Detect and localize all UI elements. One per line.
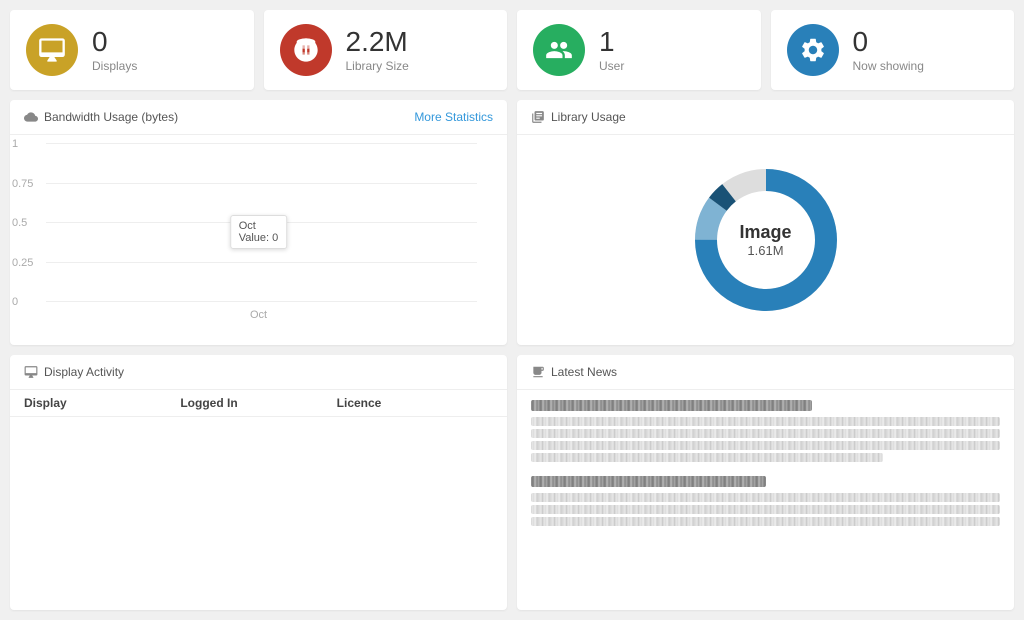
- display-activity-header-left: Display Activity: [24, 365, 124, 379]
- stat-card-now-showing: 0 Now showing: [771, 10, 1015, 90]
- user-value: 1: [599, 27, 624, 58]
- col-logged-in: Logged In: [180, 396, 336, 410]
- library-icon: [531, 110, 545, 124]
- grid-label-025: 0.25: [12, 257, 33, 269]
- bandwidth-header-left: Bandwidth Usage (bytes): [24, 110, 178, 124]
- user-label: User: [599, 59, 624, 73]
- x-label: Oct: [250, 309, 267, 321]
- library-size-value: 2.2M: [346, 27, 409, 58]
- news-body-noise-1c: [531, 441, 1000, 450]
- displays-icon: [26, 24, 78, 76]
- displays-label: Displays: [92, 59, 137, 73]
- donut-size: 1.61M: [739, 243, 791, 258]
- more-statistics-link[interactable]: More Statistics: [414, 110, 493, 124]
- donut-container: Image 1.61M: [517, 135, 1014, 345]
- display-activity-header: Display Activity: [10, 355, 507, 390]
- donut-type: Image: [739, 222, 791, 243]
- grid-line-075: 0.75: [46, 183, 477, 184]
- donut-label: Image 1.61M: [739, 222, 791, 258]
- tooltip-label: Oct: [239, 220, 279, 232]
- library-size-label: Library Size: [346, 59, 409, 73]
- displays-value: 0: [92, 27, 137, 58]
- news-body-noise-1d: [531, 453, 883, 462]
- now-showing-icon: [787, 24, 839, 76]
- grid-label-0: 0: [12, 296, 18, 308]
- displays-info: 0 Displays: [92, 27, 137, 74]
- user-icon: [533, 24, 585, 76]
- grid-line-1: 1: [46, 143, 477, 144]
- news-content[interactable]: [517, 390, 1014, 610]
- grid-line-0: 0: [46, 301, 477, 302]
- display-activity-table-body: [10, 417, 507, 577]
- display-activity-title: Display Activity: [44, 365, 124, 379]
- grid-label-075: 0.75: [12, 178, 33, 190]
- now-showing-info: 0 Now showing: [853, 27, 924, 74]
- grid-label-05: 0.5: [12, 217, 27, 229]
- col-display: Display: [24, 396, 180, 410]
- now-showing-value: 0: [853, 27, 924, 58]
- now-showing-label: Now showing: [853, 59, 924, 73]
- user-info: 1 User: [599, 27, 624, 74]
- col-licence: Licence: [337, 396, 493, 410]
- library-header-left: Library Usage: [531, 110, 626, 124]
- middle-row: Bandwidth Usage (bytes) More Statistics …: [10, 100, 1014, 345]
- tooltip-value: Value: 0: [239, 232, 279, 244]
- library-size-info: 2.2M Library Size: [346, 27, 409, 74]
- library-usage-panel: Library Usage Image: [517, 100, 1014, 345]
- latest-news-panel: Latest News: [517, 355, 1014, 610]
- display-activity-table-header: Display Logged In Licence: [10, 390, 507, 417]
- news-body-noise-2a: [531, 493, 1000, 502]
- stat-card-user: 1 User: [517, 10, 761, 90]
- news-item-1: [531, 400, 1000, 462]
- latest-news-title: Latest News: [551, 365, 617, 379]
- news-icon: [531, 365, 545, 379]
- display-activity-icon: [24, 365, 38, 379]
- grid-line-025: 0.25: [46, 262, 477, 263]
- grid-label-1: 1: [12, 138, 18, 150]
- bottom-row: Display Activity Display Logged In Licen…: [10, 355, 1014, 610]
- stats-row: 0 Displays 2.2M Library Size: [10, 10, 1014, 90]
- bandwidth-title: Bandwidth Usage (bytes): [44, 110, 178, 124]
- news-body-noise-2c: [531, 517, 1000, 526]
- dashboard: 0 Displays 2.2M Library Size: [0, 0, 1024, 620]
- bandwidth-chart: 1 0.75 0.5 0.25 0: [10, 135, 507, 325]
- news-title-noise-2: [531, 476, 766, 487]
- library-usage-title: Library Usage: [551, 110, 626, 124]
- bandwidth-header: Bandwidth Usage (bytes) More Statistics: [10, 100, 507, 135]
- news-body-noise-1b: [531, 429, 1000, 438]
- chart-tooltip: Oct Value: 0: [230, 215, 288, 249]
- donut-chart: Image 1.61M: [686, 160, 846, 320]
- stat-card-library-size: 2.2M Library Size: [264, 10, 508, 90]
- latest-news-header-left: Latest News: [531, 365, 617, 379]
- library-size-icon: [280, 24, 332, 76]
- cloud-icon: [24, 110, 38, 124]
- news-body-noise-2b: [531, 505, 1000, 514]
- news-title-noise-1: [531, 400, 812, 411]
- bandwidth-panel: Bandwidth Usage (bytes) More Statistics …: [10, 100, 507, 345]
- library-usage-header: Library Usage: [517, 100, 1014, 135]
- display-activity-panel: Display Activity Display Logged In Licen…: [10, 355, 507, 610]
- news-body-noise-1a: [531, 417, 1000, 426]
- news-item-2: [531, 476, 1000, 526]
- stat-card-displays: 0 Displays: [10, 10, 254, 90]
- latest-news-header: Latest News: [517, 355, 1014, 390]
